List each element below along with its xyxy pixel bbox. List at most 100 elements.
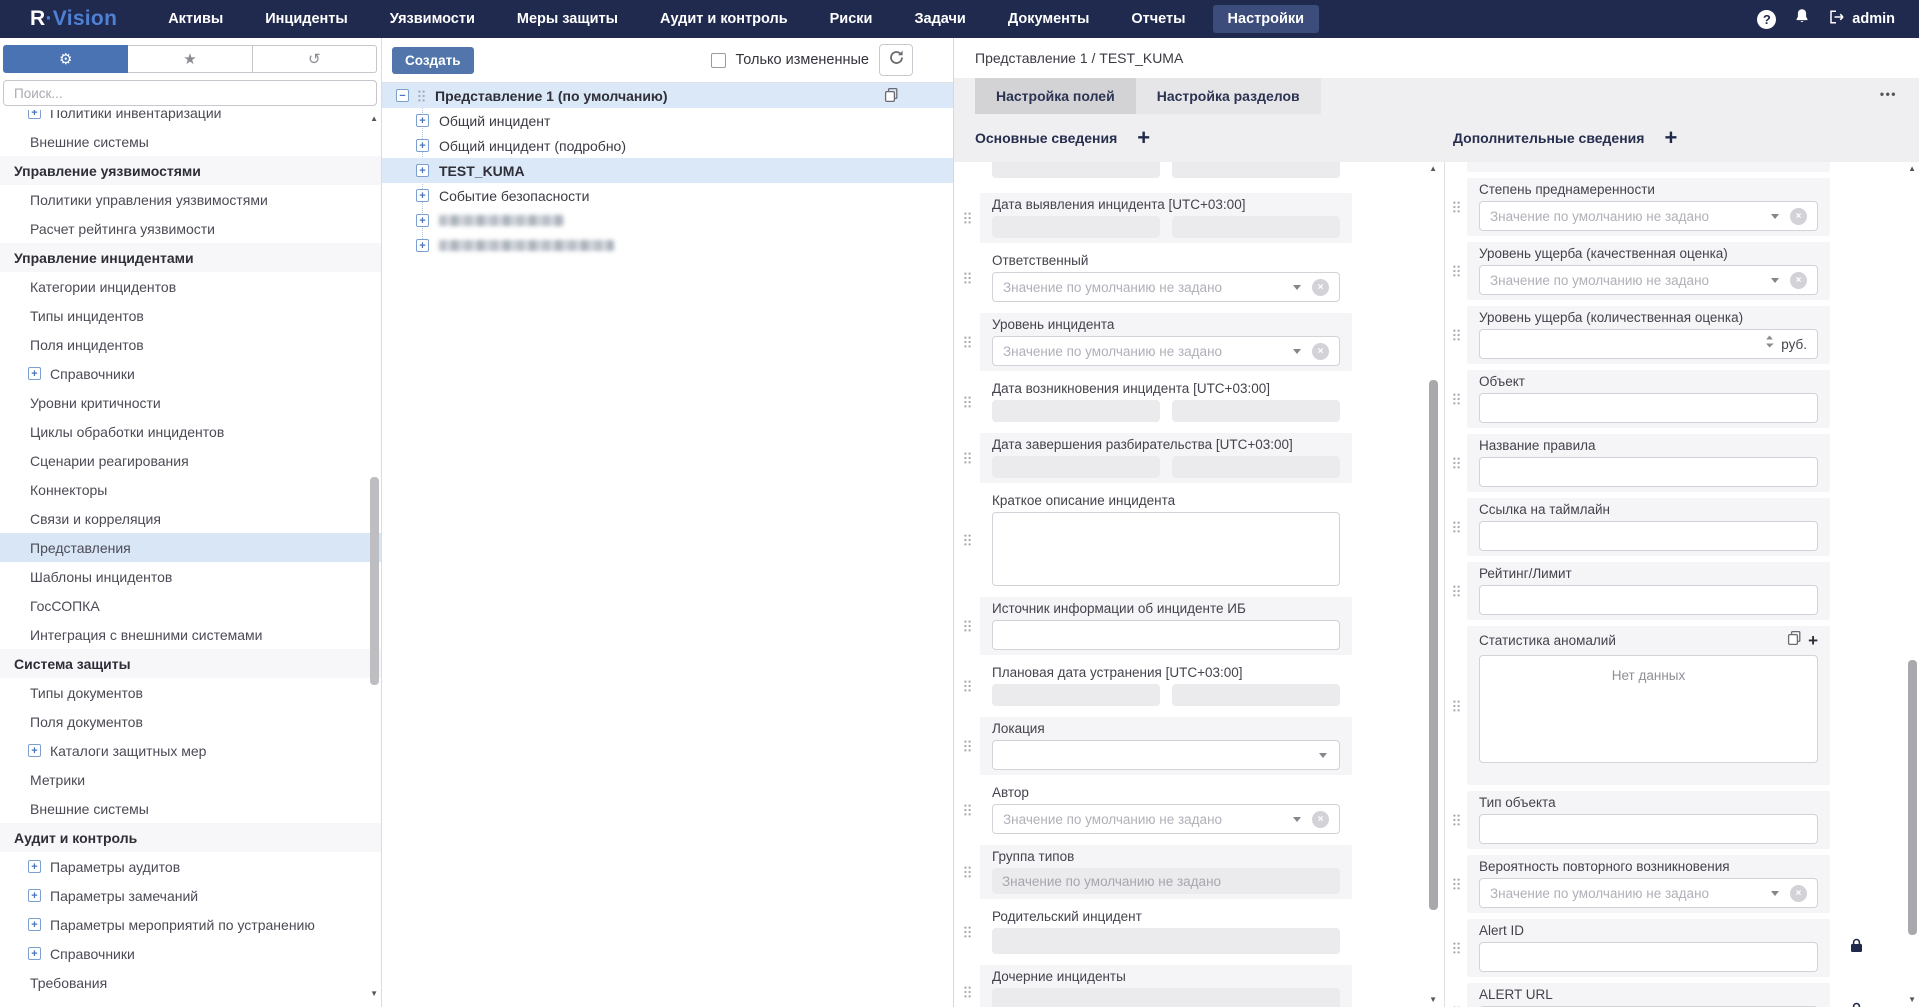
add-field-icon[interactable]: + xyxy=(1137,128,1150,148)
field-drag-handle-icon[interactable] xyxy=(954,781,980,839)
clear-value-icon[interactable]: × xyxy=(1790,885,1807,902)
sidebar-item-20[interactable]: Типы документов xyxy=(0,678,381,707)
date-input[interactable] xyxy=(992,216,1160,238)
copy-icon[interactable] xyxy=(884,87,899,106)
tab-1[interactable]: Настройка разделов xyxy=(1136,78,1321,114)
field-drag-handle-icon[interactable] xyxy=(954,717,980,775)
expand-icon[interactable]: + xyxy=(416,139,429,152)
field-drag-handle-icon[interactable] xyxy=(954,433,980,483)
nav-item-1[interactable]: Инциденты xyxy=(250,5,363,33)
field-drag-handle-icon[interactable] xyxy=(1445,370,1467,428)
field-drag-handle-icon[interactable] xyxy=(954,193,980,243)
tree-item-1[interactable]: +Общий инцидент xyxy=(382,108,953,133)
clear-value-icon[interactable]: × xyxy=(1312,343,1329,360)
expand-plus-icon[interactable]: + xyxy=(28,947,41,960)
text-input[interactable] xyxy=(1479,942,1818,972)
date-input[interactable] xyxy=(992,400,1160,422)
expand-icon[interactable]: + xyxy=(416,114,429,127)
default-value-select[interactable]: Значение по умолчанию не задано× xyxy=(992,336,1340,366)
clear-value-icon[interactable]: × xyxy=(1312,811,1329,828)
text-input[interactable] xyxy=(1479,457,1818,487)
sidebar-item-13[interactable]: Коннекторы xyxy=(0,475,381,504)
expand-plus-icon[interactable]: + xyxy=(28,889,41,902)
clear-value-icon[interactable]: × xyxy=(1312,279,1329,296)
field-drag-handle-icon[interactable] xyxy=(954,661,980,711)
default-value-select[interactable]: Значение по умолчанию не задано× xyxy=(1479,878,1818,908)
text-input[interactable] xyxy=(1479,814,1818,844)
expand-icon[interactable]: + xyxy=(416,214,429,227)
sidebar-item-9[interactable]: +Справочники xyxy=(0,359,381,388)
tab-0[interactable]: Настройка полей xyxy=(975,78,1136,114)
field-drag-handle-icon[interactable] xyxy=(954,377,980,427)
tree-item-3[interactable]: +TEST_KUMA xyxy=(382,158,953,183)
tree-item-redacted-6[interactable]: + xyxy=(382,233,953,258)
help-icon[interactable]: ? xyxy=(1757,10,1776,29)
field-drag-handle-icon[interactable] xyxy=(954,313,980,371)
field-drag-handle-icon[interactable] xyxy=(1445,791,1467,849)
field-drag-handle-icon[interactable] xyxy=(1445,983,1467,1007)
notifications-bell-icon[interactable] xyxy=(1794,8,1810,30)
sidebar-tab-gear[interactable]: ⚙ xyxy=(3,45,128,73)
refresh-button[interactable] xyxy=(879,44,913,76)
nav-item-4[interactable]: Аудит и контроль xyxy=(645,5,803,33)
column-scroll-up-icon[interactable]: ▲ xyxy=(1908,164,1916,173)
field-drag-handle-icon[interactable] xyxy=(954,905,980,959)
user-menu[interactable]: admin xyxy=(1828,9,1895,29)
sidebar-item-30[interactable]: Требования xyxy=(0,968,381,997)
field-drag-handle-icon[interactable] xyxy=(954,249,980,307)
field-drag-handle-icon[interactable] xyxy=(1445,242,1467,300)
sidebar-scrollbar-thumb[interactable] xyxy=(370,477,379,685)
sidebar-tab-history[interactable]: ↺ xyxy=(253,45,377,73)
sidebar-item-29[interactable]: +Справочники xyxy=(0,939,381,968)
time-input[interactable] xyxy=(1172,400,1340,422)
nav-item-9[interactable]: Настройки xyxy=(1213,5,1320,33)
date-input[interactable] xyxy=(992,456,1160,478)
search-input[interactable] xyxy=(14,86,366,101)
sidebar-section-19[interactable]: Система защиты xyxy=(0,649,381,678)
nav-item-0[interactable]: Активы xyxy=(153,5,238,33)
field-drag-handle-icon[interactable] xyxy=(1445,498,1467,556)
expand-icon[interactable]: + xyxy=(416,164,429,177)
column-scroll-up-icon[interactable]: ▲ xyxy=(1429,164,1437,173)
text-input[interactable] xyxy=(992,620,1340,650)
drag-handle-icon[interactable] xyxy=(418,90,425,102)
sidebar-item-22[interactable]: +Каталоги защитных мер xyxy=(0,736,381,765)
nav-item-6[interactable]: Задачи xyxy=(899,5,980,33)
add-entry-icon[interactable]: + xyxy=(1808,634,1818,648)
time-input[interactable] xyxy=(1172,162,1340,178)
field-drag-handle-icon[interactable] xyxy=(954,845,980,899)
nav-item-3[interactable]: Меры защиты xyxy=(502,5,633,33)
text-input[interactable] xyxy=(1479,393,1818,423)
sidebar-section-2[interactable]: Управление уязвимостями xyxy=(0,156,381,185)
tree-item-0[interactable]: −Представление 1 (по умолчанию) xyxy=(382,83,953,108)
field-drag-handle-icon[interactable] xyxy=(1445,562,1467,620)
column-scroll-down-icon[interactable]: ▼ xyxy=(1908,995,1916,1004)
time-input[interactable] xyxy=(1172,456,1340,478)
sidebar-item-10[interactable]: Уровни критичности xyxy=(0,388,381,417)
collapse-icon[interactable]: − xyxy=(396,89,409,102)
nav-item-8[interactable]: Отчеты xyxy=(1116,5,1200,33)
field-drag-handle-icon[interactable] xyxy=(1445,178,1467,236)
sidebar-item-11[interactable]: Циклы обработки инцидентов xyxy=(0,417,381,446)
sidebar-item-23[interactable]: Метрики xyxy=(0,765,381,794)
column-scrollbar-thumb[interactable] xyxy=(1908,660,1917,935)
nav-item-2[interactable]: Уязвимости xyxy=(375,5,490,33)
sidebar-item-7[interactable]: Типы инцидентов xyxy=(0,301,381,330)
sidebar-item-21[interactable]: Поля документов xyxy=(0,707,381,736)
field-drag-handle-icon[interactable] xyxy=(1445,919,1467,977)
sidebar-tab-star[interactable]: ★ xyxy=(128,45,252,73)
sidebar-item-24[interactable]: Внешние системы xyxy=(0,794,381,823)
sidebar-item-31[interactable]: Контрольные проверки xyxy=(0,997,381,1007)
date-input[interactable] xyxy=(992,684,1160,706)
tree-item-2[interactable]: +Общий инцидент (подробно) xyxy=(382,133,953,158)
column-scrollbar-thumb[interactable] xyxy=(1429,380,1438,910)
expand-plus-icon[interactable]: + xyxy=(28,110,41,119)
sidebar-item-4[interactable]: Расчет рейтинга уязвимости xyxy=(0,214,381,243)
expand-icon[interactable]: + xyxy=(416,189,429,202)
textarea-input[interactable] xyxy=(992,512,1340,586)
clear-value-icon[interactable]: × xyxy=(1790,208,1807,225)
text-input[interactable] xyxy=(1479,585,1818,615)
default-value-select[interactable]: Значение по умолчанию не задано× xyxy=(1479,265,1818,295)
expand-plus-icon[interactable]: + xyxy=(28,860,41,873)
sidebar-item-3[interactable]: Политики управления уязвимостями xyxy=(0,185,381,214)
